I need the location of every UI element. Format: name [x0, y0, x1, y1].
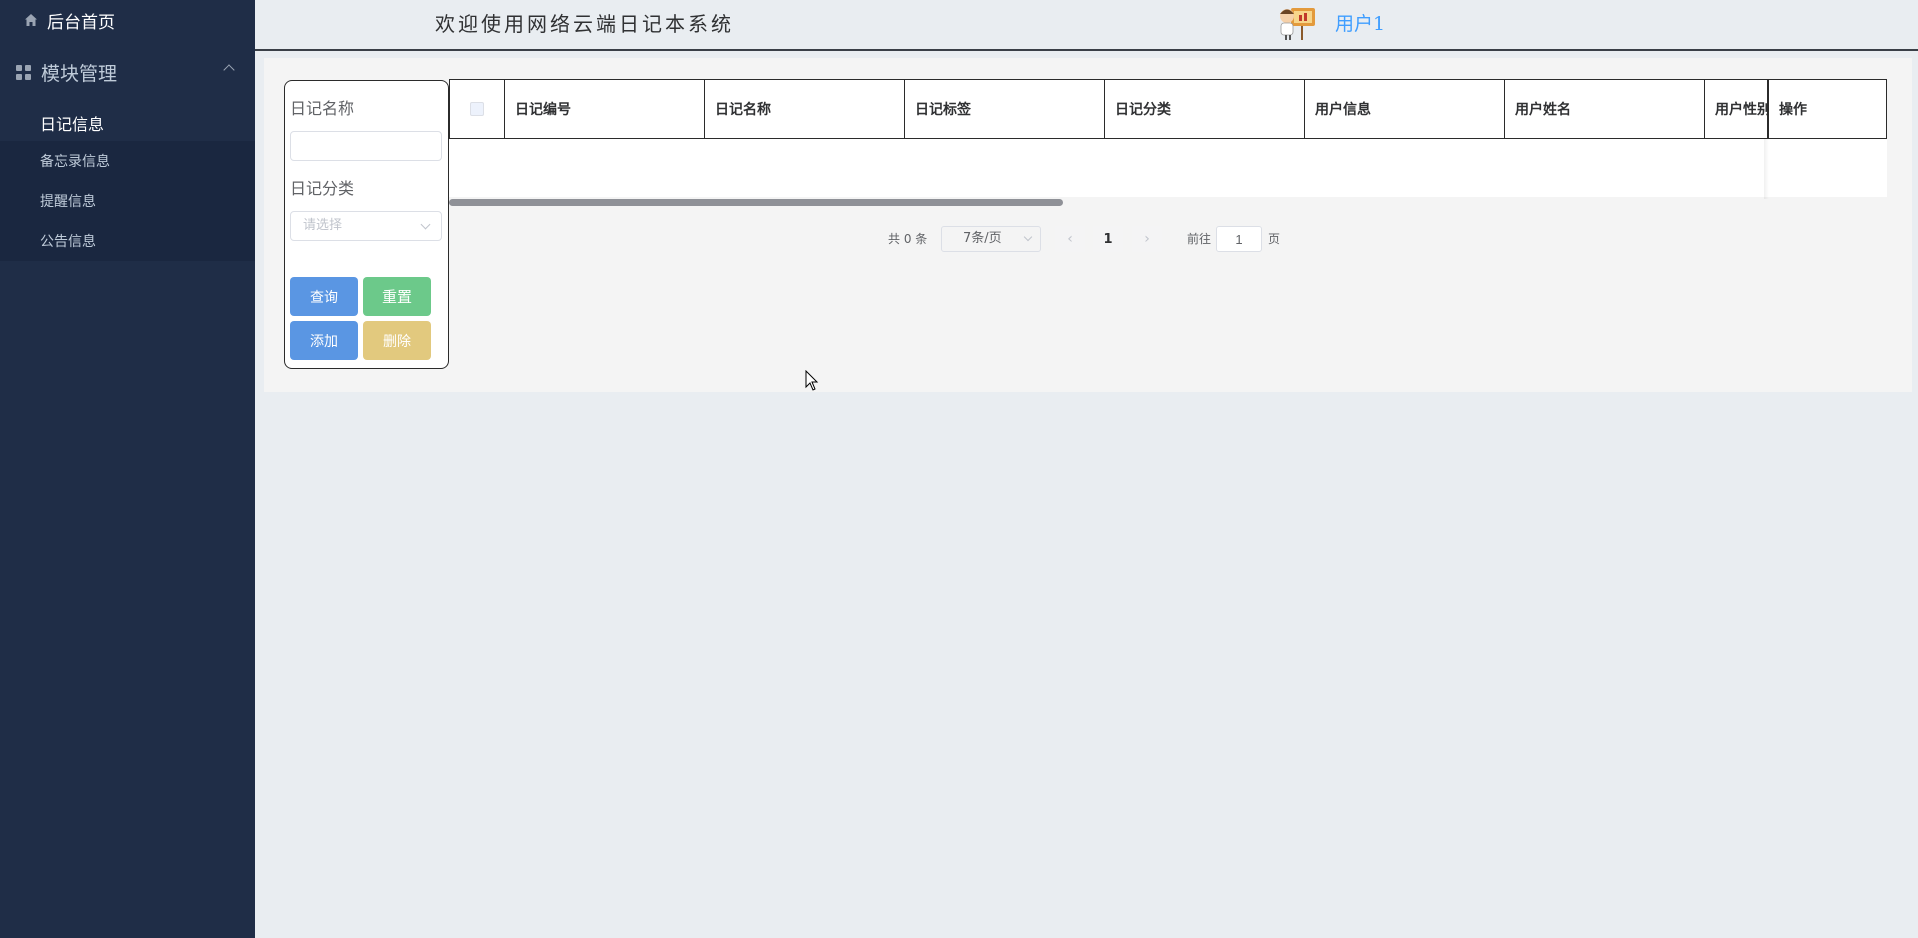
sidebar-item-diary-info[interactable]: 日记信息 [0, 103, 255, 143]
column-header-user-info[interactable]: 用户信息 [1305, 80, 1505, 138]
sidebar-item-label: 提醒信息 [40, 194, 96, 210]
add-button[interactable]: 添加 [290, 321, 358, 360]
fixed-column-divider [1764, 139, 1769, 199]
diary-category-placeholder: 请选择 [303, 218, 343, 233]
horizontal-scrollbar[interactable] [449, 199, 1063, 206]
sidebar-item-reminder-info[interactable]: 提醒信息 [0, 181, 255, 221]
chevron-up-icon [223, 64, 235, 76]
mouse-cursor-icon [805, 370, 819, 391]
diary-name-input[interactable] [290, 131, 442, 161]
column-header-diary-category[interactable]: 日记分类 [1105, 80, 1305, 138]
sidebar-item-notice-info[interactable]: 公告信息 [0, 221, 255, 261]
page-size-value: 7条/页 [963, 231, 1002, 246]
next-page-button[interactable]: › [1132, 226, 1162, 252]
goto-page-input[interactable] [1216, 226, 1262, 252]
page-size-select[interactable]: 7条/页 [941, 226, 1041, 252]
sidebar-item-label: 公告信息 [40, 234, 96, 250]
diary-name-label: 日记名称 [290, 99, 355, 118]
select-all-checkbox[interactable] [470, 102, 484, 116]
sidebar-item-module-management[interactable]: 模块管理 [0, 52, 255, 92]
chevron-down-icon [1023, 232, 1033, 242]
prev-page-button[interactable]: ‹ [1055, 226, 1085, 252]
sidebar-item-memo-info[interactable]: 备忘录信息 [0, 141, 255, 181]
grid-icon [16, 64, 31, 80]
column-header-diary-tag[interactable]: 日记标签 [905, 80, 1105, 138]
query-button[interactable]: 查询 [290, 277, 358, 316]
page-title: 欢迎使用网络云端日记本系统 [435, 12, 734, 36]
column-header-diary-name[interactable]: 日记名称 [705, 80, 905, 138]
column-header-actions: 操作 [1768, 80, 1886, 138]
chevron-right-icon: › [1144, 231, 1150, 247]
sidebar-item-home-label: 后台首页 [47, 12, 115, 33]
home-icon [25, 14, 37, 26]
avatar[interactable] [1277, 2, 1319, 42]
search-filter-panel: 日记名称 日记分类 请选择 查询 重置 添加 删除 [284, 80, 449, 369]
header: 欢迎使用网络云端日记本系统 用户1 [255, 0, 1918, 51]
column-header-diary-id[interactable]: 日记编号 [505, 80, 705, 138]
goto-suffix: 页 [1268, 232, 1281, 246]
column-header-user-gender[interactable]: 用户性别 [1705, 80, 1768, 138]
reset-button[interactable]: 重置 [363, 277, 431, 316]
sidebar: 后台首页 模块管理 日记信息 备忘录信息 提醒信息 公告信息 [0, 0, 255, 938]
delete-button[interactable]: 删除 [363, 321, 431, 360]
sidebar-item-label: 备忘录信息 [40, 154, 110, 170]
table-body [449, 139, 1887, 197]
diary-table: 日记编号 日记名称 日记标签 日记分类 用户信息 用户姓名 用户性别 操作 [449, 79, 1887, 139]
sidebar-module-label: 模块管理 [41, 62, 118, 85]
username[interactable]: 用户1 [1335, 9, 1385, 36]
column-header-user-name[interactable]: 用户姓名 [1505, 80, 1705, 138]
pagination-total: 共 0 条 [888, 232, 928, 246]
diary-category-label: 日记分类 [290, 179, 355, 198]
chevron-left-icon: ‹ [1067, 231, 1073, 247]
chevron-down-icon [420, 219, 431, 230]
sidebar-item-home[interactable]: 后台首页 [0, 0, 255, 40]
goto-prefix: 前往 [1187, 232, 1212, 246]
sidebar-item-label: 日记信息 [40, 115, 105, 134]
current-page-number[interactable]: 1 [1093, 226, 1123, 252]
select-all-cell [450, 80, 505, 138]
diary-category-select[interactable]: 请选择 [290, 211, 442, 241]
